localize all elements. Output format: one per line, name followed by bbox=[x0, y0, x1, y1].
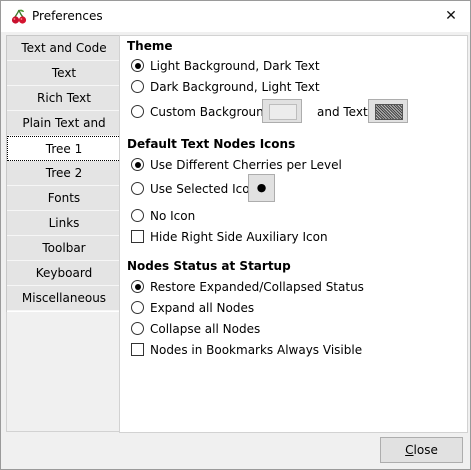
sidebar-item-tree-2[interactable]: Tree 2 bbox=[7, 161, 121, 186]
sidebar-item-keyboard-shortcuts[interactable]: Keyboard Shortcuts bbox=[7, 261, 121, 305]
bookmarks-visible-label: Nodes in Bookmarks Always Visible bbox=[150, 343, 363, 357]
theme-heading: Theme bbox=[127, 39, 173, 53]
and-text-label: and Text bbox=[317, 105, 368, 119]
cherry-icon bbox=[11, 9, 27, 25]
icons-option-selected-label: Use Selected Icon bbox=[150, 182, 258, 196]
checkbox-unchecked-icon[interactable] bbox=[131, 343, 144, 356]
sidebar-item-plain-text-and-code[interactable]: Plain Text and Code bbox=[7, 111, 121, 155]
select-icon-button[interactable]: ● bbox=[248, 174, 275, 202]
light-color-swatch bbox=[269, 104, 297, 120]
theme-option-dark-bg[interactable]: Dark Background, Light Text bbox=[131, 78, 320, 96]
sidebar-item-text[interactable]: Text bbox=[7, 61, 121, 86]
radio-selected-icon[interactable] bbox=[131, 158, 144, 171]
icons-option-no-icon[interactable]: No Icon bbox=[131, 207, 195, 225]
radio-unselected-icon[interactable] bbox=[131, 80, 144, 93]
radio-unselected-icon[interactable] bbox=[131, 322, 144, 335]
status-option-expand[interactable]: Expand all Nodes bbox=[131, 299, 254, 317]
sidebar-item-tree-1[interactable]: Tree 1 bbox=[7, 136, 121, 161]
icons-option-cherries-label: Use Different Cherries per Level bbox=[150, 158, 342, 172]
radio-selected-icon[interactable] bbox=[131, 59, 144, 72]
theme-option-light-bg[interactable]: Light Background, Dark Text bbox=[131, 57, 320, 75]
sidebar-item-toolbar[interactable]: Toolbar bbox=[7, 236, 121, 261]
theme-option-dark-label: Dark Background, Light Text bbox=[150, 80, 320, 94]
radio-unselected-icon[interactable] bbox=[131, 209, 144, 222]
theme-option-custom[interactable]: Custom Background bbox=[131, 103, 271, 121]
preferences-window: Preferences ✕ Text and Code Text Rich Te… bbox=[0, 0, 471, 470]
sidebar-item-links[interactable]: Links bbox=[7, 211, 121, 236]
radio-unselected-icon[interactable] bbox=[131, 182, 144, 195]
status-option-restore[interactable]: Restore Expanded/Collapsed Status bbox=[131, 278, 364, 296]
tree1-settings-panel: Theme Light Background, Dark Text Dark B… bbox=[119, 35, 468, 433]
radio-unselected-icon[interactable] bbox=[131, 301, 144, 314]
window-title: Preferences bbox=[32, 9, 103, 23]
sidebar-item-text-and-code[interactable]: Text and Code bbox=[7, 36, 121, 61]
hide-aux-icon-label: Hide Right Side Auxiliary Icon bbox=[150, 230, 328, 244]
hide-aux-icon-checkbox[interactable]: Hide Right Side Auxiliary Icon bbox=[131, 228, 328, 246]
close-button[interactable]: Close bbox=[380, 437, 463, 463]
bullet-icon: ● bbox=[256, 181, 267, 194]
status-heading: Nodes Status at Startup bbox=[127, 259, 291, 273]
dark-color-swatch bbox=[375, 104, 403, 120]
radio-selected-icon[interactable] bbox=[131, 280, 144, 293]
status-option-expand-label: Expand all Nodes bbox=[150, 301, 255, 315]
theme-option-custom-label: Custom Background bbox=[150, 105, 272, 119]
preferences-sidebar: Text and Code Text Rich Text Plain Text … bbox=[6, 35, 122, 314]
sidebar-empty-area bbox=[6, 312, 121, 432]
custom-text-color-button[interactable] bbox=[368, 99, 408, 123]
status-option-restore-label: Restore Expanded/Collapsed Status bbox=[150, 280, 364, 294]
status-option-collapse-label: Collapse all Nodes bbox=[150, 322, 261, 336]
checkbox-unchecked-icon[interactable] bbox=[131, 230, 144, 243]
sidebar-item-rich-text[interactable]: Rich Text bbox=[7, 86, 121, 111]
custom-background-color-button[interactable] bbox=[262, 99, 302, 123]
icons-option-selected-icon[interactable]: Use Selected Icon bbox=[131, 180, 257, 198]
sidebar-item-fonts[interactable]: Fonts bbox=[7, 186, 121, 211]
sidebar-item-miscellaneous[interactable]: Miscellaneous bbox=[7, 286, 121, 311]
title-bar: Preferences ✕ bbox=[1, 1, 470, 32]
status-option-collapse[interactable]: Collapse all Nodes bbox=[131, 320, 260, 338]
radio-unselected-icon[interactable] bbox=[131, 105, 144, 118]
bookmarks-visible-checkbox[interactable]: Nodes in Bookmarks Always Visible bbox=[131, 341, 362, 359]
icons-option-no-icon-label: No Icon bbox=[150, 209, 196, 223]
window-close-icon[interactable]: ✕ bbox=[439, 4, 463, 28]
close-button-mnemonic: C bbox=[405, 443, 414, 457]
icons-heading: Default Text Nodes Icons bbox=[127, 137, 296, 151]
icons-option-cherries[interactable]: Use Different Cherries per Level bbox=[131, 156, 342, 174]
theme-option-light-label: Light Background, Dark Text bbox=[150, 59, 320, 73]
close-button-label: lose bbox=[413, 443, 438, 457]
